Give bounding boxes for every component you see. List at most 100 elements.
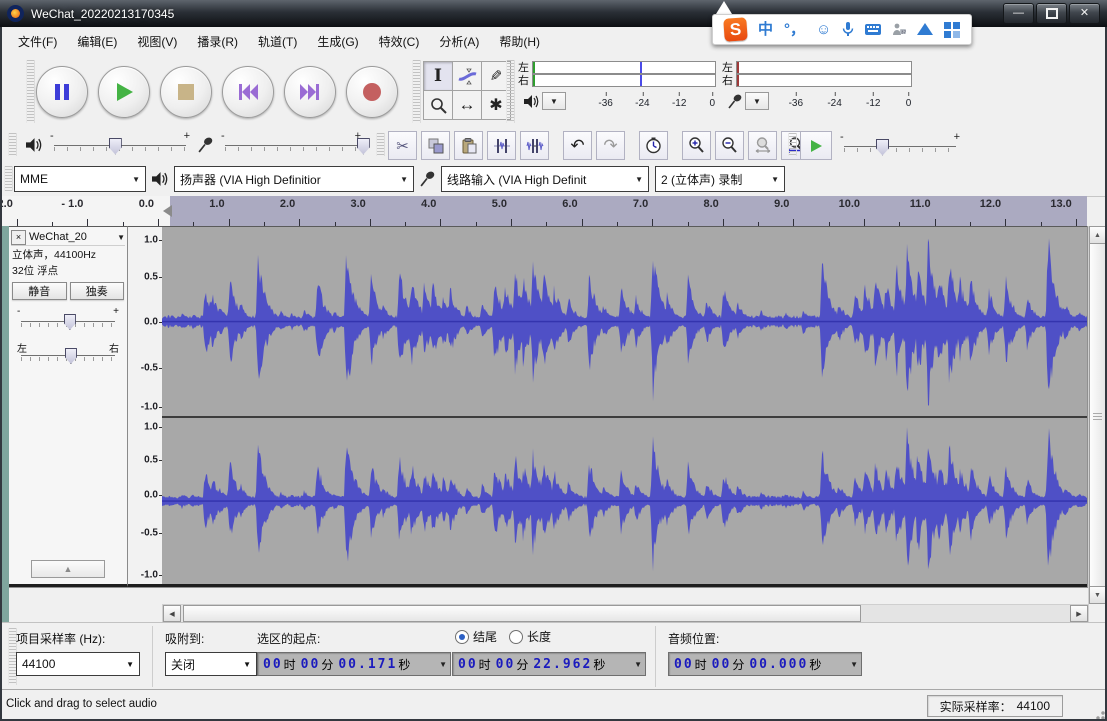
transcription-toolbar-grip[interactable]: [788, 133, 797, 156]
chinese-mode-icon[interactable]: 中: [758, 22, 773, 37]
skip-to-start-button[interactable]: [222, 66, 274, 118]
solo-button[interactable]: 独奏: [70, 282, 125, 300]
recording-channels-select[interactable]: 2 (立体声) 录制▼: [655, 166, 785, 192]
vertical-ruler[interactable]: 1.00.50.0-0.5-1.01.00.50.0-0.5-1.0: [128, 226, 162, 587]
vertical-scrollbar-thumb[interactable]: [1089, 243, 1106, 589]
zoom-tool-button[interactable]: [423, 90, 453, 120]
menu-effect[interactable]: 特效(C): [369, 29, 430, 54]
menu-transport[interactable]: 播录(R): [187, 29, 248, 54]
recording-meter-dropdown[interactable]: ▼: [745, 92, 769, 110]
horizontal-scrollbar[interactable]: ◀ ▶: [162, 604, 1089, 623]
audio-position-field[interactable]: 00时00分00.000秒▼: [668, 652, 862, 676]
sogou-logo-icon[interactable]: S: [723, 17, 748, 42]
menu-analyze[interactable]: 分析(A): [429, 29, 489, 54]
mute-button[interactable]: 静音: [12, 282, 67, 300]
horizontal-scrollbar-thumb[interactable]: [183, 605, 861, 622]
track-format-line2: 32位 浮点: [12, 263, 124, 278]
pan-slider[interactable]: 左右: [17, 340, 119, 368]
silence-selection-button[interactable]: [520, 131, 549, 160]
skin-icon[interactable]: [917, 24, 933, 36]
pan-slider-thumb[interactable]: [65, 348, 77, 364]
track-close-button[interactable]: ×: [11, 230, 26, 245]
track-control-panel[interactable]: × WeChat_20 ▼ 立体声，44100Hz 32位 浮点 静音 独奏 -…: [9, 226, 128, 587]
paste-button[interactable]: [454, 131, 483, 160]
menu-help[interactable]: 帮助(H): [489, 29, 550, 54]
vertical-scrollbar[interactable]: ▲ ▼: [1088, 226, 1106, 604]
meter-toolbar-grip[interactable]: [506, 60, 515, 123]
menu-tracks[interactable]: 轨道(T): [248, 29, 307, 54]
voice-input-icon[interactable]: [842, 22, 854, 37]
playback-volume-thumb[interactable]: [109, 138, 122, 155]
playback-speed-thumb[interactable]: [876, 139, 889, 156]
track-name[interactable]: WeChat_20: [29, 231, 115, 243]
redo-button[interactable]: ↷: [596, 131, 625, 160]
menu-edit[interactable]: 编辑(E): [67, 29, 127, 54]
play-button[interactable]: [98, 66, 150, 118]
punctuation-icon[interactable]: °，: [784, 22, 805, 37]
sync-lock-button[interactable]: [639, 131, 668, 160]
gain-slider-thumb[interactable]: [64, 314, 76, 330]
gain-slider[interactable]: -+: [17, 306, 119, 334]
audio-host-select[interactable]: MME▼: [14, 166, 146, 192]
recording-volume-thumb[interactable]: [357, 138, 370, 155]
recording-volume-slider[interactable]: -+: [221, 132, 361, 158]
track-collapse-button[interactable]: ▲: [31, 560, 105, 578]
playback-meter-dropdown[interactable]: ▼: [542, 92, 566, 110]
trim-outside-selection-button[interactable]: [487, 131, 516, 160]
toolbox-icon[interactable]: [944, 22, 960, 38]
selection-end-field[interactable]: 00时00分22.962秒▼: [452, 652, 646, 676]
end-radio[interactable]: 结尾: [455, 628, 497, 645]
audacity-window: WeChat_20220213170345 — ✕ S 中 °， ☺ 37 文件…: [0, 0, 1107, 721]
waveform-right-channel[interactable]: [162, 418, 1087, 584]
playback-meter-left-bar: [532, 61, 716, 74]
playback-meter[interactable]: 左 右 -36 -24 -12 0 ▼: [518, 61, 716, 123]
scroll-left-button[interactable]: ◀: [163, 605, 181, 622]
menu-generate[interactable]: 生成(G): [307, 29, 368, 54]
scroll-down-button[interactable]: ▼: [1089, 586, 1106, 604]
handwriting-icon[interactable]: 37: [892, 23, 906, 36]
emoji-icon[interactable]: ☺: [816, 22, 831, 37]
playback-device-select[interactable]: 扬声器 (VIA High Definitior▼: [174, 166, 414, 192]
track-menu-dropdown[interactable]: ▼: [117, 233, 125, 242]
device-toolbar-grip[interactable]: [4, 166, 13, 191]
edit-toolbar-grip[interactable]: [376, 133, 385, 156]
recording-meter-left-bar: [736, 61, 912, 74]
zoom-out-button[interactable]: [715, 131, 744, 160]
close-button[interactable]: ✕: [1069, 3, 1100, 24]
timeline-ruler[interactable]: - 2.0- 1.00.01.02.03.04.05.06.07.08.09.0…: [0, 196, 1087, 228]
recording-meter-left-label: 左: [722, 62, 736, 74]
copy-button[interactable]: [421, 131, 450, 160]
time-shift-tool-button[interactable]: ↔: [452, 90, 482, 120]
undo-button[interactable]: ↶: [563, 131, 592, 160]
waveform-display[interactable]: [162, 226, 1087, 587]
project-rate-select[interactable]: 44100▼: [16, 652, 140, 676]
cut-button[interactable]: ✂: [388, 131, 417, 160]
play-at-speed-button[interactable]: [800, 131, 832, 160]
tools-toolbar-grip[interactable]: [412, 60, 421, 123]
zoom-in-button[interactable]: [682, 131, 711, 160]
mixer-toolbar-grip[interactable]: [8, 133, 17, 156]
soft-keyboard-icon[interactable]: [865, 24, 881, 35]
snap-to-select[interactable]: 关闭▼: [165, 652, 257, 676]
playback-speed-slider[interactable]: -+: [840, 133, 960, 159]
transport-toolbar-grip[interactable]: [26, 60, 35, 123]
record-button[interactable]: [346, 66, 398, 118]
scroll-up-button[interactable]: ▲: [1089, 226, 1106, 244]
playback-volume-slider[interactable]: -+: [50, 132, 190, 158]
selection-start-field[interactable]: 00时00分00.171秒▼: [257, 652, 451, 676]
menu-file[interactable]: 文件(F): [8, 29, 67, 54]
envelope-tool-button[interactable]: [452, 61, 482, 91]
minimize-button[interactable]: —: [1003, 3, 1034, 24]
pause-button[interactable]: [36, 66, 88, 118]
waveform-left-channel[interactable]: [162, 227, 1087, 416]
length-radio[interactable]: 长度: [509, 628, 551, 645]
recording-meter[interactable]: 左 右 -36 -24 -12 0 ▼: [722, 61, 912, 123]
stop-button[interactable]: [160, 66, 212, 118]
selection-tool-button[interactable]: I: [423, 61, 453, 91]
recording-device-select[interactable]: 线路输入 (VIA High Definit▼: [441, 166, 649, 192]
maximize-button[interactable]: [1036, 3, 1067, 24]
skip-to-end-button[interactable]: [284, 66, 336, 118]
scroll-right-button[interactable]: ▶: [1070, 605, 1088, 622]
fit-selection-button[interactable]: [748, 131, 777, 160]
menu-view[interactable]: 视图(V): [127, 29, 187, 54]
